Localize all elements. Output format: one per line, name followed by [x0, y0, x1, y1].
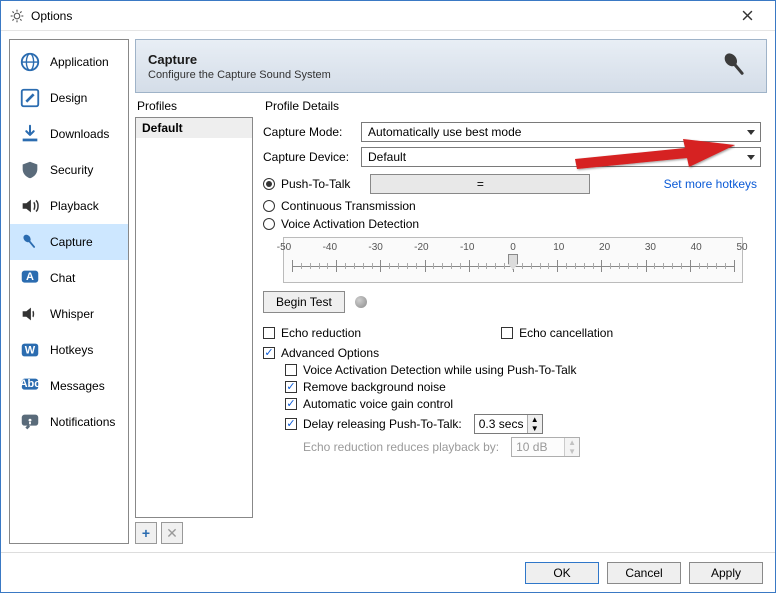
- category-sidebar: Application Design Downloads Security Playba…: [9, 39, 129, 544]
- window-title: Options: [31, 9, 727, 23]
- profiles-list[interactable]: Default: [135, 117, 253, 518]
- microphone-large-icon: [718, 48, 754, 84]
- sidebar-item-design[interactable]: Design: [10, 80, 128, 116]
- agc-label: Automatic voice gain control: [303, 397, 453, 411]
- capture-device-select[interactable]: Default: [361, 147, 761, 167]
- delay-ptt-value[interactable]: [475, 415, 527, 433]
- remove-profile-button: ✕: [161, 522, 183, 544]
- sidebar-item-notifications[interactable]: Notifications: [10, 404, 128, 440]
- microphone-icon: [18, 230, 42, 254]
- hotkeys-icon: W: [18, 338, 42, 362]
- remove-noise-checkbox[interactable]: [285, 381, 297, 393]
- sidebar-item-downloads[interactable]: Downloads: [10, 116, 128, 152]
- radio-voice-activation-label: Voice Activation Detection: [281, 217, 419, 231]
- panel-subtitle: Configure the Capture Sound System: [148, 69, 718, 81]
- chat-icon: A: [18, 266, 42, 290]
- advanced-options-label: Advanced Options: [281, 346, 379, 360]
- titlebar: Options: [1, 1, 775, 31]
- ok-button[interactable]: OK: [525, 562, 599, 584]
- radio-voice-activation[interactable]: [263, 218, 275, 230]
- echo-cancellation-checkbox[interactable]: [501, 327, 513, 339]
- delay-ptt-checkbox[interactable]: [285, 418, 297, 430]
- app-gear-icon: [9, 8, 25, 24]
- cancel-button[interactable]: Cancel: [607, 562, 681, 584]
- sidebar-item-label: Whisper: [50, 307, 94, 321]
- profile-details: Profile Details Capture Mode: Automatica…: [253, 97, 767, 544]
- sidebar-item-security[interactable]: Security: [10, 152, 128, 188]
- body: Application Design Downloads Security Playba…: [1, 31, 775, 552]
- sidebar-item-label: Application: [50, 55, 109, 69]
- main-panel: Capture Configure the Capture Sound Syst…: [135, 39, 767, 544]
- options-window: Options Application Design Downloads Securi…: [0, 0, 776, 593]
- ptt-hotkey-field[interactable]: =: [370, 174, 590, 194]
- close-icon: [742, 10, 753, 21]
- echo-cancellation-label: Echo cancellation: [519, 326, 613, 340]
- profiles-column: Profiles Default + ✕: [135, 97, 253, 544]
- shield-icon: [18, 158, 42, 182]
- radio-continuous-transmission-label: Continuous Transmission: [281, 199, 416, 213]
- pencil-icon: [18, 86, 42, 110]
- set-more-hotkeys-link[interactable]: Set more hotkeys: [664, 177, 757, 191]
- sidebar-item-label: Security: [50, 163, 93, 177]
- radio-continuous-transmission[interactable]: [263, 200, 275, 212]
- sidebar-item-label: Playback: [50, 199, 99, 213]
- echo-reduction-label: Echo reduction: [281, 326, 361, 340]
- capture-mode-select[interactable]: Automatically use best mode: [361, 122, 761, 142]
- dialog-footer: OK Cancel Apply: [1, 552, 775, 592]
- echo-reduction-amount-value: [512, 438, 564, 456]
- close-button[interactable]: [727, 2, 767, 30]
- profiles-label: Profiles: [135, 97, 253, 117]
- sidebar-item-label: Hotkeys: [50, 343, 93, 357]
- spinner-up-icon[interactable]: ▲: [528, 415, 542, 424]
- agc-checkbox[interactable]: [285, 398, 297, 410]
- vad-while-ptt-checkbox[interactable]: [285, 364, 297, 376]
- globe-icon: [18, 50, 42, 74]
- delay-ptt-label: Delay releasing Push-To-Talk:: [303, 417, 462, 431]
- capture-device-label: Capture Device:: [263, 150, 355, 164]
- sidebar-item-label: Notifications: [50, 415, 115, 429]
- spinner-down-icon[interactable]: ▼: [528, 424, 542, 433]
- sidebar-item-label: Downloads: [50, 127, 109, 141]
- delay-ptt-spinner[interactable]: ▲▼: [474, 414, 543, 434]
- sidebar-item-chat[interactable]: A Chat: [10, 260, 128, 296]
- svg-text:A: A: [26, 271, 34, 283]
- sidebar-item-messages[interactable]: Abc Messages: [10, 368, 128, 404]
- apply-button[interactable]: Apply: [689, 562, 763, 584]
- speaker-icon: [18, 194, 42, 218]
- capture-mode-label: Capture Mode:: [263, 125, 355, 139]
- panel-header: Capture Configure the Capture Sound Syst…: [135, 39, 767, 93]
- echo-reduction-amount-spinner: ▲▼: [511, 437, 580, 457]
- advanced-options-checkbox[interactable]: [263, 347, 275, 359]
- whisper-icon: [18, 302, 42, 326]
- add-profile-button[interactable]: +: [135, 522, 157, 544]
- begin-test-button[interactable]: Begin Test: [263, 291, 345, 313]
- echo-reduction-checkbox[interactable]: [263, 327, 275, 339]
- sidebar-item-label: Chat: [50, 271, 75, 285]
- radio-push-to-talk-label: Push-To-Talk: [281, 177, 350, 191]
- echo-reduction-amount-label: Echo reduction reduces playback by:: [303, 440, 499, 454]
- messages-icon: Abc: [18, 374, 42, 398]
- sidebar-item-playback[interactable]: Playback: [10, 188, 128, 224]
- sidebar-item-whisper[interactable]: Whisper: [10, 296, 128, 332]
- sidebar-item-hotkeys[interactable]: W Hotkeys: [10, 332, 128, 368]
- notifications-icon: [18, 410, 42, 434]
- profile-item-default[interactable]: Default: [136, 118, 252, 138]
- test-indicator-led: [355, 296, 367, 308]
- vad-threshold-slider[interactable]: -50-40-30-20-1001020304050: [283, 237, 743, 283]
- remove-noise-label: Remove background noise: [303, 380, 446, 394]
- svg-text:W: W: [25, 345, 36, 357]
- profile-details-label: Profile Details: [263, 97, 761, 117]
- sidebar-item-label: Messages: [50, 379, 105, 393]
- sidebar-item-label: Capture: [50, 235, 93, 249]
- capture-mode-value: Automatically use best mode: [368, 125, 521, 139]
- radio-push-to-talk[interactable]: [263, 178, 275, 190]
- panel-title: Capture: [148, 52, 718, 67]
- capture-device-value: Default: [368, 150, 406, 164]
- sidebar-item-label: Design: [50, 91, 87, 105]
- vad-while-ptt-label: Voice Activation Detection while using P…: [303, 363, 576, 377]
- sidebar-item-capture[interactable]: Capture: [10, 224, 128, 260]
- svg-text:Abc: Abc: [20, 378, 41, 390]
- download-icon: [18, 122, 42, 146]
- sidebar-item-application[interactable]: Application: [10, 44, 128, 80]
